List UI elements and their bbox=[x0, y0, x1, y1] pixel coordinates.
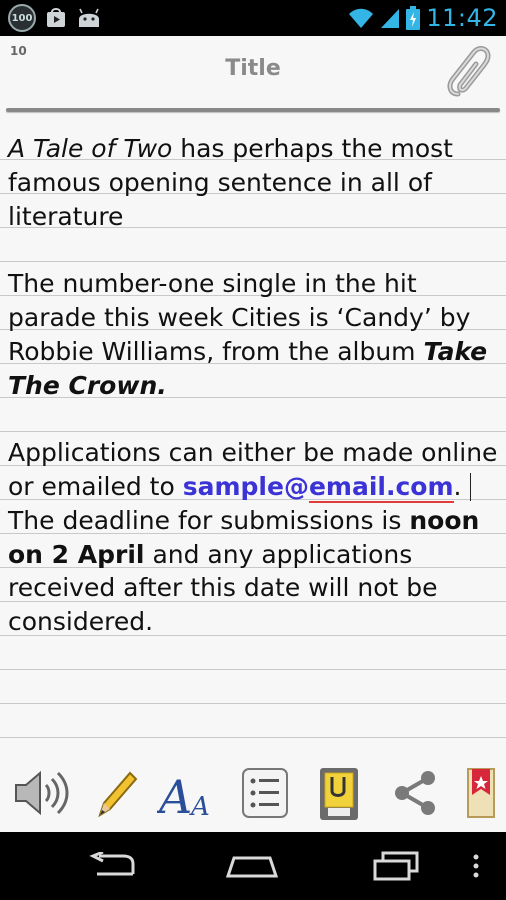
email-user: sample@ bbox=[182, 471, 309, 501]
italic-text: A Tale of Two bbox=[8, 134, 173, 163]
note-page: 10 Title A Tale of Two has perhaps the m… bbox=[0, 36, 506, 832]
text-cursor bbox=[470, 472, 472, 501]
bottom-toolbar: A A bbox=[0, 756, 506, 832]
status-bar: 100 11:42 bbox=[0, 0, 506, 36]
paragraph-end: . bbox=[157, 370, 167, 400]
paragraph-2: The number-one single in the hit parade … bbox=[8, 267, 500, 402]
paragraph-1: A Tale of Two has perhaps the most famou… bbox=[8, 132, 500, 233]
header-divider bbox=[6, 108, 500, 112]
recents-icon[interactable] bbox=[366, 846, 426, 886]
back-icon[interactable] bbox=[82, 846, 142, 886]
paragraph-text: . bbox=[453, 471, 470, 501]
paragraph-3: Applications can either be made online o… bbox=[8, 436, 500, 639]
svg-text:A: A bbox=[189, 792, 210, 821]
share-icon[interactable] bbox=[382, 760, 448, 826]
svg-text:A: A bbox=[157, 770, 192, 821]
android-icon bbox=[79, 8, 99, 27]
signal-icon bbox=[381, 9, 400, 28]
clipboard-icon[interactable] bbox=[306, 760, 372, 826]
play-store-icon bbox=[47, 8, 65, 27]
menu-icon[interactable] bbox=[456, 846, 496, 886]
home-icon[interactable] bbox=[222, 846, 282, 886]
badge-100-icon: 100 bbox=[8, 4, 36, 32]
wifi-icon bbox=[349, 8, 374, 28]
pencil-icon[interactable] bbox=[82, 760, 148, 826]
email-link[interactable]: sample@email.com bbox=[182, 471, 454, 503]
email-domain: email.com bbox=[308, 471, 454, 503]
paragraph-text: The deadline for submissions is bbox=[8, 505, 410, 535]
note-header: 10 Title bbox=[0, 36, 506, 114]
font-icon[interactable]: A A bbox=[156, 760, 222, 826]
battery-icon bbox=[406, 6, 421, 30]
paperclip-icon[interactable] bbox=[444, 42, 496, 102]
note-title[interactable]: Title bbox=[0, 56, 506, 81]
list-icon[interactable] bbox=[232, 760, 298, 826]
navigation-bar bbox=[0, 832, 506, 900]
clock: 11:42 bbox=[426, 4, 498, 32]
paragraph-text: The number-one single in the hit parade … bbox=[8, 269, 471, 366]
bookmark-icon[interactable] bbox=[456, 760, 500, 826]
speaker-icon[interactable] bbox=[8, 760, 74, 826]
note-body[interactable]: A Tale of Two has perhaps the most famou… bbox=[8, 132, 500, 673]
